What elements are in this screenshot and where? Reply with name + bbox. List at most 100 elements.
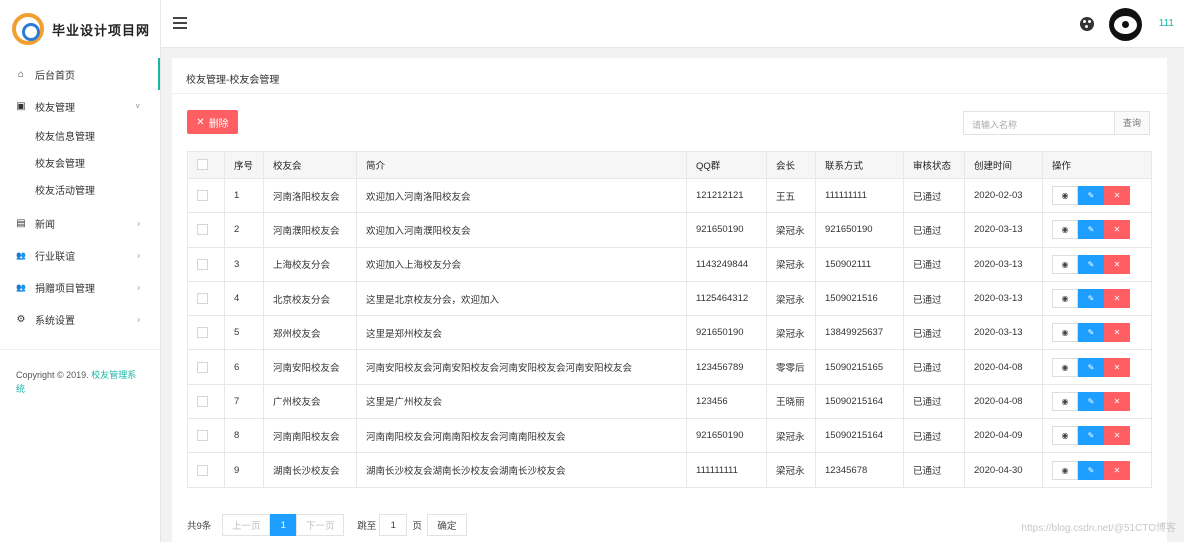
delete-button[interactable]: ✕ 删除: [187, 110, 238, 134]
row-actions-cell: ◉ ✎ ✕: [1042, 246, 1152, 282]
row-checkbox[interactable]: [197, 464, 208, 476]
search-button[interactable]: 查询: [1114, 111, 1150, 135]
close-icon: ✕: [1113, 396, 1121, 406]
sidebar-item-alumni[interactable]: ▣ 校友管理 ˅: [0, 90, 160, 122]
qq-group-cell: 123456: [686, 383, 767, 420]
menu-toggle-icon[interactable]: [173, 17, 187, 29]
delete-row-button[interactable]: ✕: [1104, 254, 1130, 274]
president-cell: 梁冠永: [766, 315, 816, 351]
row-actions-cell: ◉ ✎ ✕: [1042, 280, 1152, 317]
next-page-button[interactable]: 下一页: [296, 514, 345, 536]
view-button[interactable]: ◉: [1052, 289, 1078, 309]
row-checkbox[interactable]: [197, 327, 208, 339]
sidebar-item-settings[interactable]: ⚙ 系统设置 ›: [0, 303, 160, 335]
edit-button[interactable]: ✎: [1078, 460, 1104, 480]
prev-page-button[interactable]: 上一页: [222, 514, 271, 536]
association-intro-cell: 河南南阳校友会河南南阳校友会河南南阳校友会: [356, 418, 687, 454]
review-status-cell: 已通过: [903, 315, 965, 351]
submenu-item-alumni-info[interactable]: 校友信息管理: [0, 122, 160, 149]
contact-cell: 15090215165: [815, 349, 904, 385]
sidebar-item-label: 后台首页: [35, 70, 75, 82]
view-button[interactable]: ◉: [1052, 186, 1078, 206]
table-body: 1 河南洛阳校友会 欢迎加入河南洛阳校友会 121212121 王五 111111111 已…: [187, 177, 1152, 488]
row-checkbox[interactable]: [197, 361, 208, 373]
delete-row-button[interactable]: ✕: [1104, 289, 1130, 309]
sidebar-item-news[interactable]: ▤ 新闻 ›: [0, 207, 160, 239]
row-checkbox[interactable]: [197, 224, 208, 236]
view-button[interactable]: ◉: [1052, 357, 1078, 377]
delete-row-button[interactable]: ✕: [1104, 357, 1130, 377]
eye-icon: ◉: [1061, 225, 1069, 235]
view-button[interactable]: ◉: [1052, 220, 1078, 240]
palette-icon[interactable]: [1080, 17, 1094, 31]
delete-row-button[interactable]: ✕: [1104, 426, 1130, 446]
delete-row-button[interactable]: ✕: [1104, 220, 1130, 240]
row-index-cell: 5: [224, 315, 264, 351]
pagination: 共9条 上一页 1 下一页 跳至 1 页 确定: [187, 514, 467, 536]
username[interactable]: 111: [1159, 18, 1174, 29]
sidebar-item-industry[interactable]: 👥 行业联谊 ›: [0, 239, 160, 271]
confirm-page-button[interactable]: 确定: [426, 514, 467, 536]
qq-group-cell: 1125464312: [686, 280, 767, 317]
row-actions: ◉ ✎ ✕: [1052, 254, 1151, 274]
row-actions: ◉ ✎ ✕: [1052, 186, 1151, 206]
view-button[interactable]: ◉: [1052, 254, 1078, 274]
row-checkbox[interactable]: [197, 395, 208, 407]
row-checkbox[interactable]: [197, 430, 208, 442]
edit-button[interactable]: ✎: [1078, 323, 1104, 343]
edit-button[interactable]: ✎: [1078, 186, 1104, 206]
copyright-text: Copyright © 2019.: [16, 370, 89, 380]
row-actions: ◉ ✎ ✕: [1052, 460, 1151, 480]
submenu-item-alumni-association[interactable]: 校友会管理: [0, 149, 160, 176]
delete-row-button[interactable]: ✕: [1104, 323, 1130, 343]
page-button-current[interactable]: 1: [270, 514, 297, 536]
edit-button[interactable]: ✎: [1078, 254, 1104, 274]
total-count: 共9条: [187, 521, 212, 532]
chevron-right-icon: ›: [137, 314, 140, 324]
view-button[interactable]: ◉: [1052, 323, 1078, 343]
select-all-checkbox[interactable]: [197, 159, 208, 171]
page-input[interactable]: 1: [379, 514, 408, 536]
edit-button[interactable]: ✎: [1078, 426, 1104, 446]
qq-group-cell: 121212121: [686, 177, 767, 214]
edit-button[interactable]: ✎: [1078, 220, 1104, 240]
view-button[interactable]: ◉: [1052, 426, 1078, 446]
view-button[interactable]: ◉: [1052, 391, 1078, 411]
delete-row-button[interactable]: ✕: [1104, 391, 1130, 411]
row-checkbox[interactable]: [197, 258, 208, 270]
review-status-cell: 已通过: [903, 280, 965, 317]
view-button[interactable]: ◉: [1052, 460, 1078, 480]
association-name-cell: 北京校友分会: [263, 280, 357, 317]
chevron-down-icon: ˅: [135, 101, 140, 111]
edit-button[interactable]: ✎: [1078, 391, 1104, 411]
edit-button[interactable]: ✎: [1078, 289, 1104, 309]
sidebar-item-label: 校友管理: [35, 102, 75, 114]
table-header-row: 序号 校友会 简介 QQ群 会长 联系方式 审核状态 创建时间 操作: [187, 151, 1152, 179]
row-select-cell: [187, 280, 225, 317]
sidebar-item-label: 新闻: [35, 219, 55, 231]
logo-text: 毕业设计项目网: [52, 23, 151, 39]
submenu-item-alumni-activity[interactable]: 校友活动管理: [0, 176, 160, 203]
donation-icon: 👥: [16, 282, 26, 292]
sidebar-item-home[interactable]: ⌂ 后台首页: [0, 58, 160, 90]
table-row: 6 河南安阳校友会 河南安阳校友会河南安阳校友会河南安阳校友会河南安阳校友会 1234…: [187, 349, 1152, 385]
pencil-icon: ✎: [1087, 362, 1095, 372]
eye-icon: ◉: [1061, 191, 1069, 201]
qq-group-cell: 921650190: [686, 418, 767, 454]
close-icon: ✕: [1113, 431, 1121, 441]
row-actions-cell: ◉ ✎ ✕: [1042, 177, 1152, 214]
avatar[interactable]: [1109, 8, 1142, 41]
watermark: https://blog.csdn.net/@51CTO博客: [1021, 523, 1176, 534]
row-checkbox[interactable]: [197, 293, 208, 305]
logo[interactable]: 毕业设计项目网: [0, 0, 160, 58]
user-card-icon: ▣: [16, 100, 26, 112]
edit-button[interactable]: ✎: [1078, 357, 1104, 377]
search-input[interactable]: 请输入名称: [963, 111, 1114, 135]
sidebar-item-donation[interactable]: 👥 捐赠项目管理 ›: [0, 271, 160, 303]
column-header: QQ群: [686, 151, 767, 179]
created-time-cell: 2020-03-13: [964, 280, 1043, 317]
row-select-cell: [187, 383, 225, 420]
delete-row-button[interactable]: ✕: [1104, 186, 1130, 206]
row-checkbox[interactable]: [197, 190, 208, 202]
delete-row-button[interactable]: ✕: [1104, 460, 1130, 480]
